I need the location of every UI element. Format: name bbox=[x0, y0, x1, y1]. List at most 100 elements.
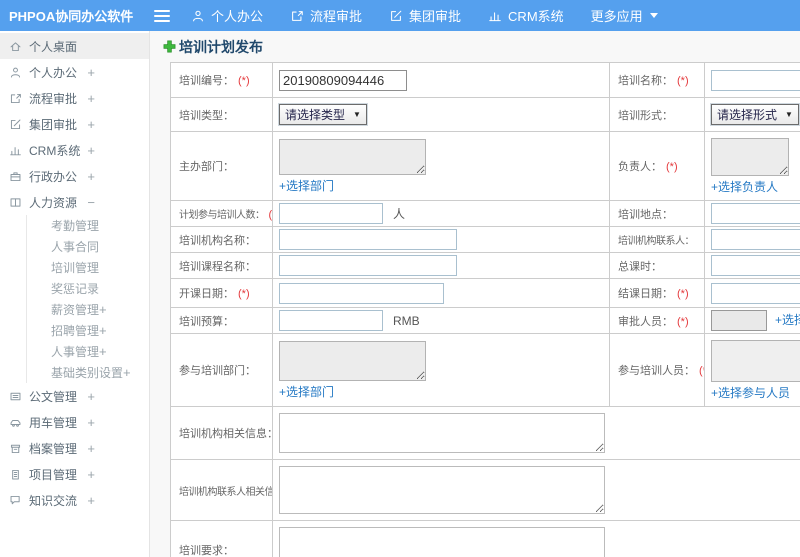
top-bar: PHPOA协同办公软件 个人办公 流程审批 集团审批 CRM系统 更多应用 bbox=[0, 0, 800, 31]
start-date-input[interactable] bbox=[279, 282, 444, 304]
name-label: 培训名称： bbox=[618, 75, 673, 87]
book-icon bbox=[9, 196, 22, 209]
sidebar-item-hr[interactable]: 人力资源 − bbox=[0, 189, 149, 215]
join-people-label: 参与培训人员： bbox=[618, 365, 695, 377]
sidebar-submenu-hr: 考勤管理 人事合同 培训管理 奖惩记录 薪资管理 + 招聘管理 + 人事管理 +… bbox=[26, 215, 149, 383]
app-logo: PHPOA协同办公软件 bbox=[9, 9, 134, 24]
sidebar-item-reward-record[interactable]: 奖惩记录 bbox=[27, 278, 149, 299]
training-require-textarea[interactable] bbox=[279, 527, 605, 557]
sidebar: 个人桌面 个人办公 + 流程审批 + 集团审批 + CRM系统 + 行政办公 +… bbox=[0, 31, 150, 557]
flow-icon bbox=[290, 9, 304, 23]
host-dept-label: 主办部门： bbox=[179, 161, 234, 173]
leader-label: 负责人： bbox=[618, 161, 662, 173]
home-icon bbox=[9, 40, 22, 53]
select-people-link[interactable]: +选择参与人员 bbox=[711, 384, 800, 401]
sidebar-item-knowledge[interactable]: 知识交流 + bbox=[0, 487, 149, 513]
flow-icon bbox=[9, 92, 22, 105]
training-number-input[interactable] bbox=[279, 69, 407, 91]
nav-flow-approval[interactable]: 流程审批 bbox=[290, 6, 362, 25]
join-people-area[interactable] bbox=[711, 340, 800, 382]
select-dept-link[interactable]: +选择部门 bbox=[279, 177, 603, 194]
location-label: 培训地点： bbox=[618, 208, 673, 221]
select-dept-link2[interactable]: +选择部门 bbox=[279, 383, 603, 400]
count-unit: 人 bbox=[393, 206, 406, 221]
org-contact-input[interactable] bbox=[711, 229, 800, 250]
sidebar-item-attendance[interactable]: 考勤管理 bbox=[27, 215, 149, 236]
clipboard-icon bbox=[9, 468, 22, 481]
edit-icon bbox=[389, 9, 403, 23]
approver-input[interactable] bbox=[711, 310, 767, 331]
page-title: 培训计划发布 bbox=[179, 38, 263, 55]
count-label: 计划参与培训人数： bbox=[179, 210, 265, 221]
budget-label: 培训预算： bbox=[179, 315, 234, 328]
end-date-label: 结课日期： bbox=[618, 288, 673, 300]
leader-area[interactable] bbox=[711, 138, 789, 176]
nav-group-approval[interactable]: 集团审批 bbox=[389, 6, 461, 25]
training-type-select[interactable]: 请选择类型 bbox=[278, 103, 368, 126]
archive-icon bbox=[9, 442, 22, 455]
sidebar-item-admin-office[interactable]: 行政办公 + bbox=[0, 163, 149, 189]
number-label: 培训编号： bbox=[179, 75, 234, 87]
sidebar-item-vehicle-mgmt[interactable]: 用车管理 + bbox=[0, 409, 149, 435]
chat-icon bbox=[9, 494, 22, 507]
select-approver-link[interactable]: +选择审批人员 bbox=[775, 313, 800, 327]
nav-label: 集团审批 bbox=[409, 9, 462, 24]
hamburger-menu-icon[interactable] bbox=[154, 9, 170, 22]
org-info-textarea[interactable] bbox=[279, 413, 605, 453]
sidebar-item-flow-approval[interactable]: 流程审批 + bbox=[0, 85, 149, 111]
hours-label: 总课时： bbox=[618, 260, 662, 273]
join-dept-area[interactable] bbox=[279, 341, 426, 381]
host-dept-area[interactable] bbox=[279, 139, 426, 175]
course-name-input[interactable] bbox=[279, 255, 457, 276]
org-name-input[interactable] bbox=[279, 229, 457, 250]
end-date-input[interactable] bbox=[711, 282, 800, 304]
sidebar-item-recruit-mgmt[interactable]: 招聘管理 + bbox=[27, 320, 149, 341]
select-leader-link[interactable]: +选择负责人 bbox=[711, 178, 800, 195]
sidebar-item-personal-office[interactable]: 个人办公 + bbox=[0, 59, 149, 85]
sidebar-item-hr-contract[interactable]: 人事合同 bbox=[27, 236, 149, 257]
total-hours-input[interactable] bbox=[711, 255, 800, 276]
nav-label: 流程审批 bbox=[310, 9, 363, 24]
add-plus-icon bbox=[163, 40, 176, 53]
sidebar-item-archive-mgmt[interactable]: 档案管理 + bbox=[0, 435, 149, 461]
nav-label: 个人办公 bbox=[211, 9, 264, 24]
planned-count-input[interactable] bbox=[279, 203, 383, 224]
approver-label: 审批人员： bbox=[618, 315, 673, 328]
sidebar-item-personal-desktop[interactable]: 个人桌面 bbox=[0, 33, 149, 59]
doc-icon bbox=[9, 390, 22, 403]
training-mode-select[interactable]: 请选择形式 bbox=[710, 103, 800, 126]
org-contact-info-textarea[interactable] bbox=[279, 466, 605, 514]
location-input[interactable] bbox=[711, 203, 800, 224]
user-icon bbox=[191, 9, 205, 23]
org-contact-label: 培训机构联系人： bbox=[618, 236, 695, 247]
training-name-input[interactable] bbox=[711, 69, 800, 91]
chevron-down-icon bbox=[649, 13, 658, 18]
page-header: 培训计划发布 bbox=[150, 31, 800, 62]
car-icon bbox=[9, 416, 22, 429]
sidebar-item-salary-mgmt[interactable]: 薪资管理 + bbox=[27, 299, 149, 320]
nav-more-apps[interactable]: 更多应用 bbox=[591, 6, 658, 25]
sidebar-item-crm[interactable]: CRM系统 + bbox=[0, 137, 149, 163]
nav-personal-office[interactable]: 个人办公 bbox=[191, 6, 263, 25]
budget-unit: RMB bbox=[393, 313, 420, 328]
sidebar-item-base-category[interactable]: 基础类别设置 + bbox=[27, 362, 149, 383]
nav-label: 更多应用 bbox=[590, 9, 643, 24]
org-name-label: 培训机构名称： bbox=[179, 234, 256, 247]
mode-label: 培训形式： bbox=[618, 109, 673, 122]
training-require-label: 培训要求： bbox=[179, 545, 234, 557]
sidebar-item-project-mgmt[interactable]: 项目管理 + bbox=[0, 461, 149, 487]
sidebar-item-personnel-mgmt[interactable]: 人事管理 + bbox=[27, 341, 149, 362]
chart-icon bbox=[488, 9, 502, 23]
main-content: 培训计划发布 培训编号：(*) 培训名称：(*) 培训类型： 请选择类型 培训形… bbox=[150, 31, 800, 557]
user-icon bbox=[9, 66, 22, 79]
sidebar-item-group-approval[interactable]: 集团审批 + bbox=[0, 111, 149, 137]
sidebar-item-document-mgmt[interactable]: 公文管理 + bbox=[0, 383, 149, 409]
chart-icon bbox=[9, 144, 22, 157]
sidebar-item-training-mgmt[interactable]: 培训管理 bbox=[27, 257, 149, 278]
join-dept-label: 参与培训部门： bbox=[179, 365, 256, 377]
course-label: 培训课程名称： bbox=[179, 260, 256, 273]
briefcase-icon bbox=[9, 170, 22, 183]
nav-crm-system[interactable]: CRM系统 bbox=[488, 6, 564, 25]
edit-icon bbox=[9, 118, 22, 131]
budget-input[interactable] bbox=[279, 310, 383, 331]
